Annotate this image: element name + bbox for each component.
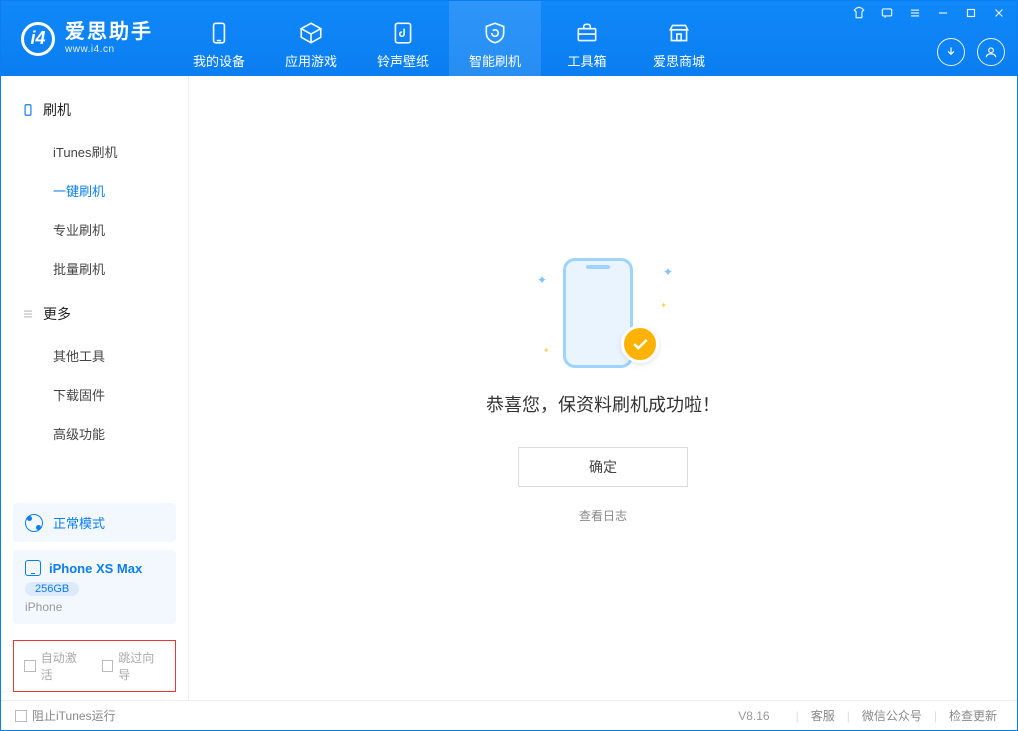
tab-toolbox[interactable]: 工具箱 (541, 1, 633, 76)
refresh-shield-icon (481, 19, 509, 47)
sidebar-item-batch-flash[interactable]: 批量刷机 (1, 249, 188, 288)
music-file-icon (389, 19, 417, 47)
list-icon (21, 307, 35, 321)
sidebar: 刷机 iTunes刷机 一键刷机 专业刷机 批量刷机 更多 其他工具 下载固件 … (1, 76, 189, 700)
view-log-link[interactable]: 查看日志 (579, 507, 627, 524)
mode-icon (25, 514, 43, 532)
maximize-button[interactable] (961, 3, 981, 23)
download-button[interactable] (937, 38, 965, 66)
sidebar-item-advanced[interactable]: 高级功能 (1, 414, 188, 453)
main-tabs: 我的设备 应用游戏 铃声壁纸 智能刷机 工具箱 爱思商城 (173, 1, 725, 76)
device-type: iPhone (25, 600, 164, 614)
sidebar-group-more: 更多 (1, 298, 188, 336)
sparkle-icon: ✦ (660, 301, 667, 310)
account-button[interactable] (977, 38, 1005, 66)
title-bar: i4 爱思助手 www.i4.cn 我的设备 应用游戏 铃声壁纸 智能刷机 (1, 1, 1017, 76)
storage-badge: 256GB (25, 582, 79, 596)
feedback-icon[interactable] (877, 3, 897, 23)
body: 刷机 iTunes刷机 一键刷机 专业刷机 批量刷机 更多 其他工具 下载固件 … (1, 76, 1017, 700)
status-link-support[interactable]: 客服 (805, 707, 841, 724)
phone-icon (205, 19, 233, 47)
device-mode-box[interactable]: 正常模式 (13, 503, 176, 542)
app-title: 爱思助手 (65, 22, 153, 42)
status-bar: 阻止iTunes运行 V8.16 | 客服 | 微信公众号 | 检查更新 (1, 700, 1017, 730)
checkbox-auto-activate[interactable]: 自动激活 (24, 649, 88, 683)
store-icon (665, 19, 693, 47)
ok-button[interactable]: 确定 (518, 447, 688, 487)
status-link-wechat[interactable]: 微信公众号 (856, 707, 928, 724)
sparkle-icon: ✦ (663, 265, 673, 279)
device-icon (25, 560, 41, 576)
close-button[interactable] (989, 3, 1009, 23)
checkbox-skip-guide[interactable]: 跳过向导 (102, 649, 166, 683)
cube-icon (297, 19, 325, 47)
app-window: i4 爱思助手 www.i4.cn 我的设备 应用游戏 铃声壁纸 智能刷机 (0, 0, 1018, 731)
tab-store[interactable]: 爱思商城 (633, 1, 725, 76)
tab-my-device[interactable]: 我的设备 (173, 1, 265, 76)
minimize-button[interactable] (933, 3, 953, 23)
highlighted-options: 自动激活 跳过向导 (13, 640, 176, 692)
phone-outline-icon (21, 103, 35, 117)
sidebar-item-pro-flash[interactable]: 专业刷机 (1, 210, 188, 249)
sparkle-icon: ✦ (537, 273, 547, 287)
tab-ringtone[interactable]: 铃声壁纸 (357, 1, 449, 76)
briefcase-icon (573, 19, 601, 47)
main-content: ✦ ✦ ✦ ✦ 恭喜您，保资料刷机成功啦！ 确定 查看日志 (189, 76, 1017, 700)
sidebar-item-oneclick-flash[interactable]: 一键刷机 (1, 171, 188, 210)
status-link-update[interactable]: 检查更新 (943, 707, 1003, 724)
logo: i4 爱思助手 www.i4.cn (1, 22, 173, 56)
check-badge-icon (621, 325, 659, 363)
tab-apps[interactable]: 应用游戏 (265, 1, 357, 76)
tab-flash[interactable]: 智能刷机 (449, 1, 541, 76)
sidebar-group-flash: 刷机 (1, 94, 188, 132)
checkbox-block-itunes[interactable]: 阻止iTunes运行 (15, 707, 116, 724)
device-name: iPhone XS Max (49, 561, 142, 576)
skin-icon[interactable] (849, 3, 869, 23)
logo-icon: i4 (21, 22, 55, 56)
sidebar-item-download-firmware[interactable]: 下载固件 (1, 375, 188, 414)
window-controls (849, 1, 1009, 25)
sidebar-item-other-tools[interactable]: 其他工具 (1, 336, 188, 375)
app-subtitle: www.i4.cn (65, 44, 153, 55)
success-illustration: ✦ ✦ ✦ ✦ (543, 253, 663, 373)
menu-icon[interactable] (905, 3, 925, 23)
sidebar-item-itunes-flash[interactable]: iTunes刷机 (1, 132, 188, 171)
sparkle-icon: ✦ (543, 346, 550, 355)
success-message: 恭喜您，保资料刷机成功啦！ (486, 391, 720, 417)
device-info-box[interactable]: iPhone XS Max 256GB iPhone (13, 550, 176, 624)
version-label: V8.16 (738, 709, 769, 723)
